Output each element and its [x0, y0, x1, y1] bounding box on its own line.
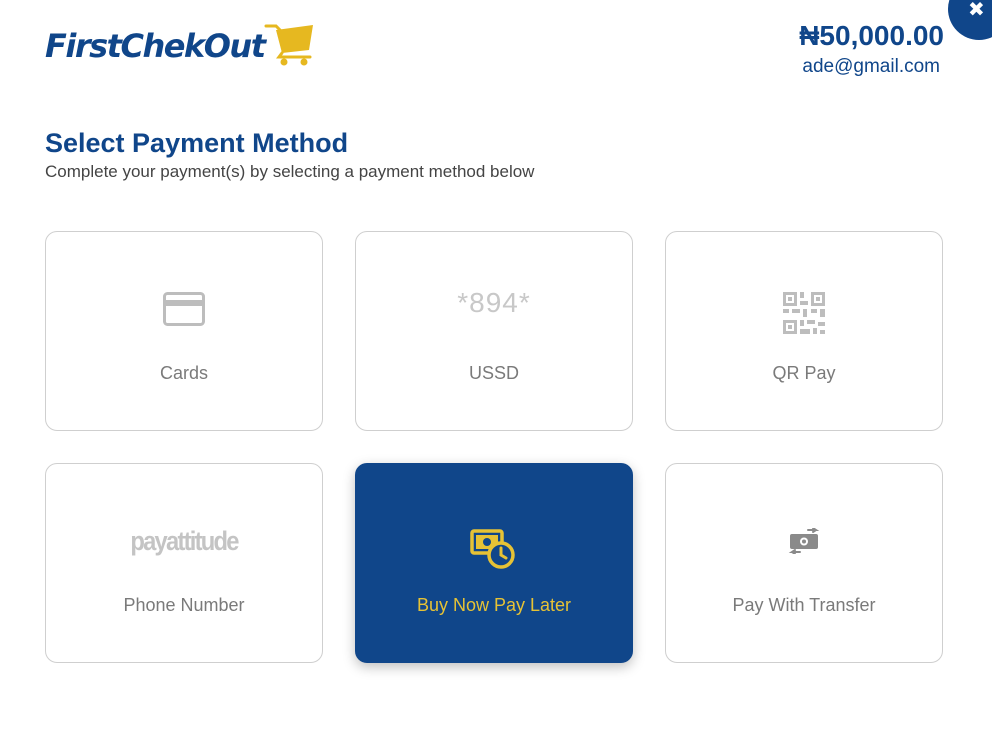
- logo: FirstChekOut: [45, 24, 316, 66]
- payment-amount: ₦50,000.00: [799, 20, 944, 51]
- method-label: Pay With Transfer: [732, 595, 876, 615]
- page-title: Select Payment Method: [45, 128, 349, 158]
- method-label: Buy Now Pay Later: [416, 595, 572, 615]
- method-label: QR Pay: [772, 363, 836, 383]
- method-label: Cards: [159, 363, 208, 383]
- method-label: Phone Number: [123, 595, 245, 615]
- payment-method-phone-number[interactable]: payattitude Phone Number: [45, 463, 323, 663]
- close-button[interactable]: ✖: [948, 0, 992, 40]
- payment-method-pay-with-transfer[interactable]: Pay With Transfer: [665, 463, 943, 663]
- qr-code-icon: [783, 292, 825, 334]
- payment-method-qr-pay[interactable]: QR Pay: [665, 231, 943, 431]
- credit-card-icon: [163, 292, 205, 326]
- ussd-code-icon: *894*: [457, 287, 531, 318]
- page-subtitle: Complete your payment(s) by selecting a …: [45, 162, 535, 181]
- payattitude-logo: payattitude: [130, 525, 239, 556]
- close-icon: ✖: [968, 0, 985, 21]
- payment-method-ussd[interactable]: *894* USSD: [355, 231, 633, 431]
- cash-clock-icon: [470, 529, 515, 569]
- logo-text: FirstChekOut: [45, 27, 266, 65]
- payment-method-cards[interactable]: Cards: [45, 231, 323, 431]
- money-transfer-icon: [788, 528, 820, 554]
- payment-method-buy-now-pay-later[interactable]: Buy Now Pay Later: [355, 463, 633, 663]
- customer-email: ade@gmail.com: [802, 56, 940, 77]
- method-label: USSD: [468, 363, 519, 383]
- shopping-cart-icon: [264, 24, 314, 66]
